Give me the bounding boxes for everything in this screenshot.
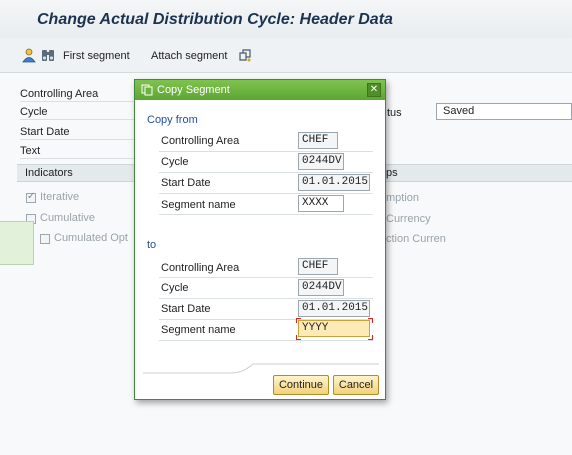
attach-segment-button[interactable]: Attach segment — [151, 50, 227, 62]
row-divider — [159, 340, 373, 341]
right-option-label: Currency — [386, 213, 431, 225]
to-start-date-field[interactable]: 01.01.2015 — [298, 300, 370, 317]
from-controlling-area-label: Controlling Area — [161, 135, 240, 147]
row-divider — [159, 214, 373, 215]
attach-icon[interactable] — [237, 47, 253, 63]
dialog-header: Copy Segment ✕ — [135, 80, 385, 100]
to-heading: to — [147, 239, 157, 251]
from-segment-name-label: Segment name — [161, 199, 236, 211]
copy-segment-dialog: Copy Segment ✕ Copy from Controlling Are… — [134, 79, 386, 400]
row-divider — [20, 158, 136, 159]
to-cycle-label: Cycle — [161, 282, 189, 294]
groups-title: ps — [386, 167, 398, 179]
row-divider — [159, 151, 373, 152]
cumulative-label: Cumulative — [40, 212, 96, 224]
to-segment-name-field[interactable]: YYYY — [298, 320, 370, 337]
row-divider — [20, 139, 136, 140]
to-start-date-label: Start Date — [161, 303, 211, 315]
close-icon[interactable]: ✕ — [367, 83, 381, 97]
from-start-date-label: Start Date — [161, 177, 211, 189]
continue-button[interactable]: Continue — [273, 375, 329, 395]
iterative-checkbox[interactable] — [26, 191, 36, 203]
copy-icon — [141, 84, 153, 96]
footer-divider — [143, 363, 379, 374]
person-icon[interactable] — [21, 47, 37, 63]
to-controlling-area-label: Controlling Area — [161, 262, 240, 274]
title-bar: Change Actual Distribution Cycle: Header… — [0, 0, 572, 39]
page-title: Change Actual Distribution Cycle: Header… — [37, 11, 393, 28]
from-controlling-area-field[interactable]: CHEF — [298, 132, 338, 149]
row-divider — [159, 298, 373, 299]
copy-from-heading: Copy from — [147, 114, 198, 126]
from-cycle-field[interactable]: 0244DV — [298, 153, 344, 170]
start-date-label: Start Date — [20, 126, 70, 138]
side-panel-tab[interactable] — [0, 221, 34, 265]
row-divider — [20, 119, 136, 120]
controlling-area-label: Controlling Area — [20, 88, 99, 100]
binoculars-icon[interactable] — [40, 47, 56, 63]
status-label: tus — [387, 107, 402, 119]
cycle-label: Cycle — [20, 106, 48, 118]
focus-marker — [368, 318, 373, 323]
status-field: Saved — [436, 103, 572, 120]
cancel-button[interactable]: Cancel — [333, 375, 379, 395]
cumulated-opt-checkbox[interactable] — [40, 234, 50, 244]
application-toolbar: First segment Attach segment — [0, 38, 572, 73]
from-start-date-field[interactable]: 01.01.2015 — [298, 174, 370, 191]
first-segment-button[interactable]: First segment — [63, 50, 130, 62]
focus-marker — [296, 318, 301, 323]
to-cycle-field[interactable]: 0244DV — [298, 279, 344, 296]
row-divider — [20, 101, 136, 102]
row-divider — [159, 193, 373, 194]
row-divider — [159, 172, 373, 173]
from-cycle-label: Cycle — [161, 156, 189, 168]
iterative-label: Iterative — [40, 191, 80, 203]
dialog-title: Copy Segment — [157, 84, 230, 96]
indicators-title: Indicators — [25, 167, 73, 179]
row-divider — [159, 277, 373, 278]
to-segment-name-label: Segment name — [161, 324, 236, 336]
right-option-label: ction Curren — [386, 233, 446, 245]
from-segment-name-field[interactable]: XXXX — [298, 195, 344, 212]
to-controlling-area-field[interactable]: CHEF — [298, 258, 338, 275]
right-option-label: mption — [386, 192, 420, 204]
cumulated-opt-label: Cumulated Opt — [54, 232, 128, 244]
text-label: Text — [20, 145, 41, 157]
